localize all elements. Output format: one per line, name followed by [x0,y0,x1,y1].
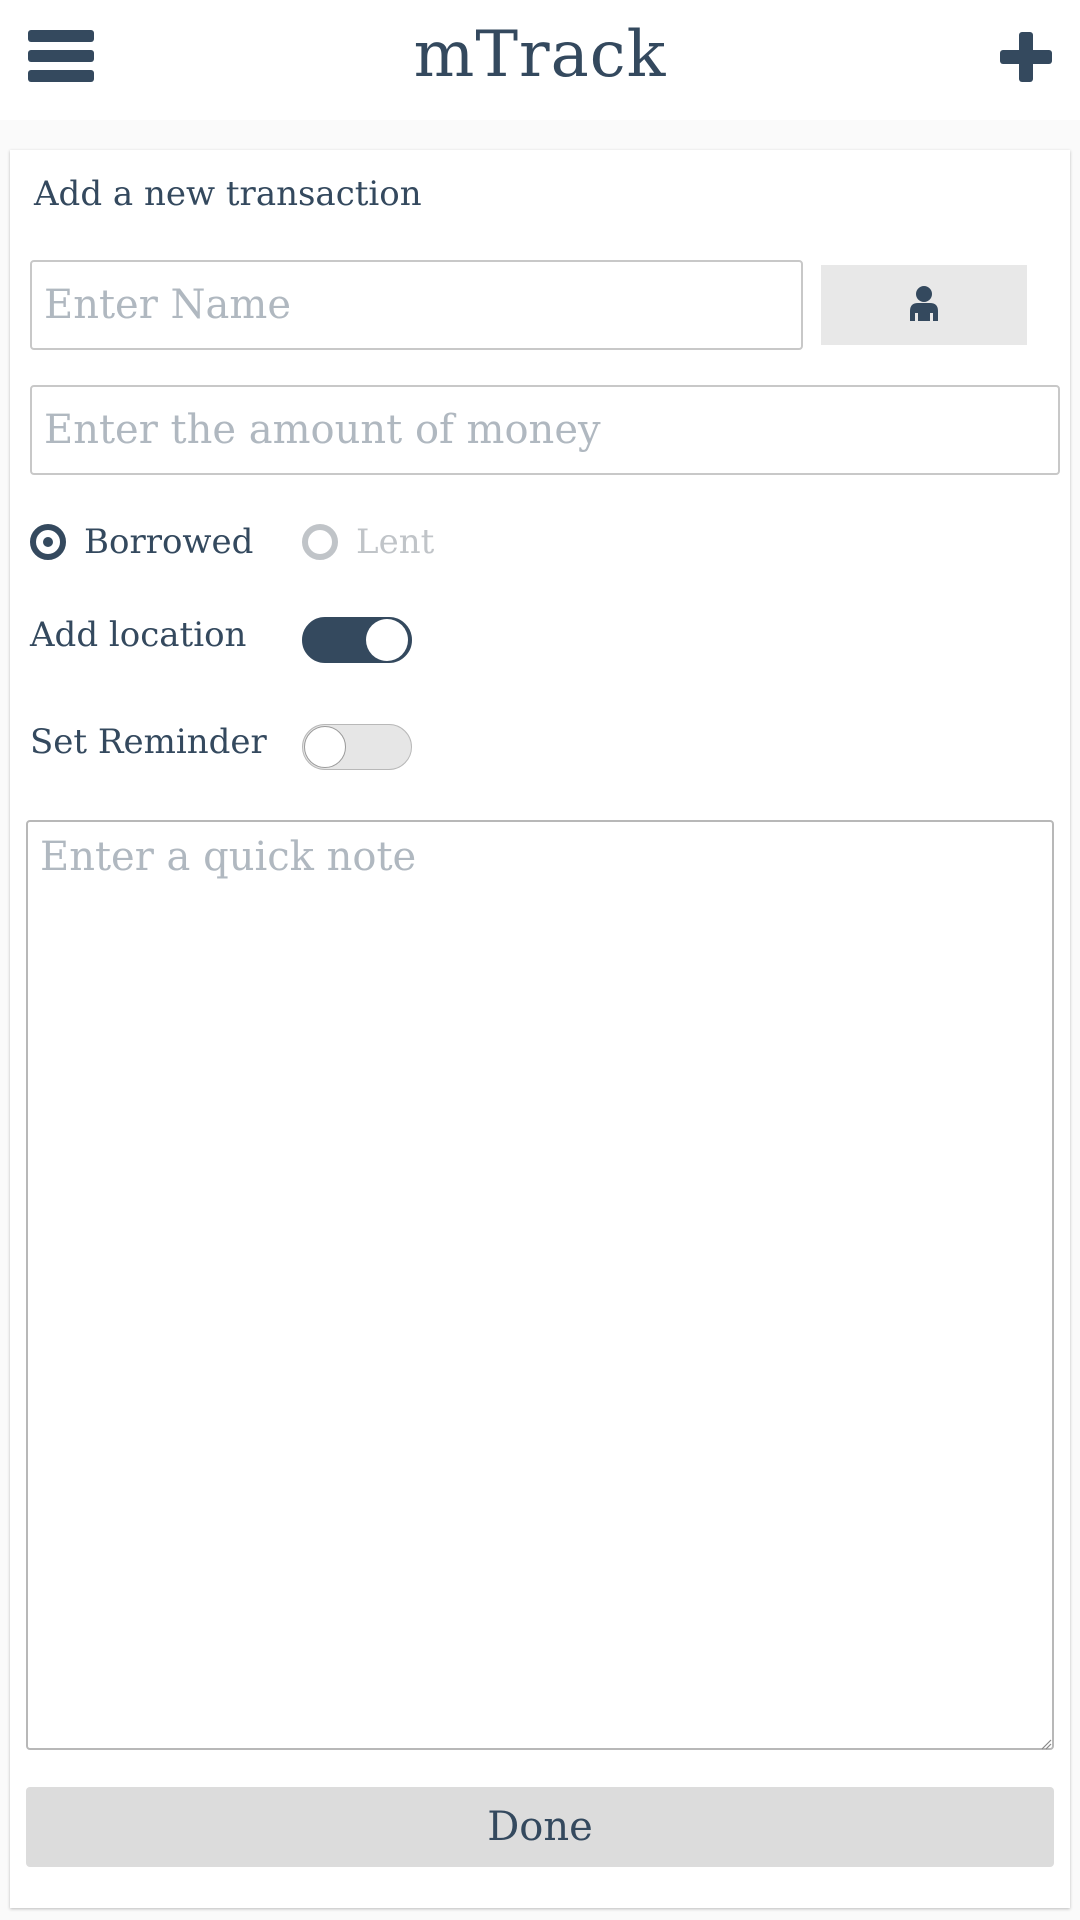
form-heading: Add a new transaction [34,174,422,214]
done-button[interactable]: Done [26,1787,1054,1867]
radio-lent[interactable]: Lent [302,520,452,564]
person-icon [910,286,938,321]
set-reminder-toggle[interactable] [302,724,412,770]
add-location-label: Add location [30,615,247,655]
transaction-form-card: Add a new transaction Borrowed Lent Add … [10,150,1070,1908]
amount-input[interactable] [30,385,1060,475]
resize-grip-icon[interactable] [1040,1738,1052,1750]
app-title: mTrack [413,18,667,92]
plus-icon[interactable] [1000,32,1052,82]
radio-borrowed[interactable]: Borrowed [30,520,260,564]
radio-unselected-icon [302,524,338,560]
add-location-toggle[interactable] [302,617,412,663]
radio-selected-icon [30,524,66,560]
set-reminder-label: Set Reminder [30,722,267,762]
app-header: mTrack [0,0,1080,120]
toggle-knob [304,726,346,768]
contact-picker-button[interactable] [821,265,1027,345]
toggle-knob [366,619,408,661]
quick-note-textarea[interactable] [26,820,1054,1750]
radio-lent-label: Lent [356,522,435,562]
radio-borrowed-label: Borrowed [84,522,254,562]
name-input[interactable] [30,260,803,350]
